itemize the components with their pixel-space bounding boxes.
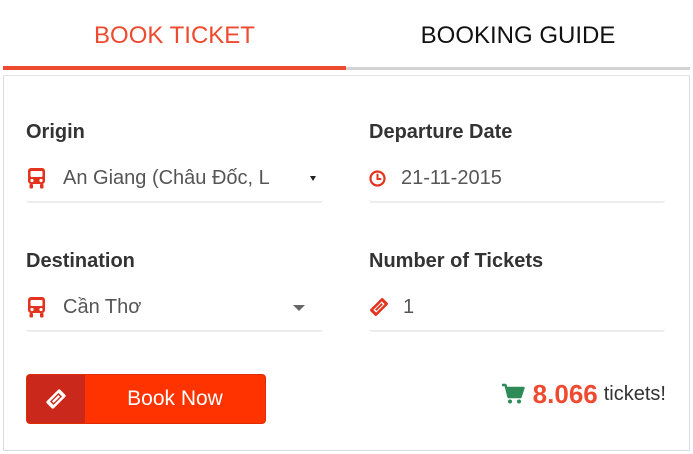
clock-icon bbox=[369, 169, 386, 187]
ticket-icon bbox=[369, 297, 389, 317]
destination-select[interactable]: Cần Thơ bbox=[26, 284, 323, 332]
departure-date-input[interactable]: 21-11-2015 bbox=[369, 155, 665, 203]
tickets-input[interactable]: 1 bbox=[369, 284, 665, 332]
ticket-icon bbox=[27, 375, 85, 423]
origin-value: An Giang (Châu Đốc, L bbox=[63, 166, 270, 189]
chevron-down-icon bbox=[293, 305, 305, 311]
tab-track bbox=[346, 67, 690, 70]
tab-booking-guide[interactable]: BOOKING GUIDE bbox=[346, 0, 690, 72]
departure-date-value: 21-11-2015 bbox=[401, 166, 502, 189]
book-now-button[interactable]: Book Now bbox=[26, 374, 266, 424]
active-tab-indicator bbox=[3, 66, 346, 70]
chevron-down-icon bbox=[310, 176, 316, 181]
destination-label: Destination bbox=[26, 250, 135, 272]
tab-bar: BOOK TICKET BOOKING GUIDE bbox=[0, 0, 693, 72]
bus-icon bbox=[26, 296, 46, 318]
destination-value: Cần Thơ bbox=[63, 295, 142, 318]
tickets-value: 1 bbox=[403, 295, 415, 318]
origin-select[interactable]: An Giang (Châu Đốc, L bbox=[26, 155, 323, 203]
bus-icon bbox=[26, 167, 46, 189]
ticket-count-number: 8.066 bbox=[532, 378, 598, 409]
tickets-label: Number of Tickets bbox=[369, 250, 544, 272]
tab-book-ticket[interactable]: BOOK TICKET bbox=[3, 0, 346, 72]
departure-date-label: Departure Date bbox=[369, 121, 513, 143]
ticket-counter: 8.066 tickets! bbox=[501, 376, 666, 412]
origin-label: Origin bbox=[26, 121, 85, 143]
ticket-count-suffix: tickets! bbox=[603, 382, 666, 405]
book-now-label: Book Now bbox=[127, 387, 223, 410]
cart-icon bbox=[501, 383, 525, 405]
